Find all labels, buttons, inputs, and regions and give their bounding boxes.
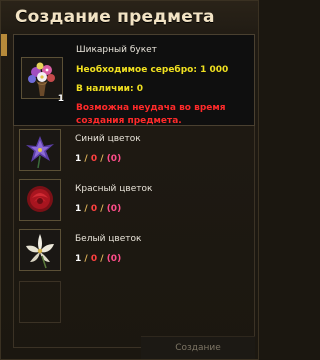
ingredient-row: Синий цветок 1 / 0 / (0) [13, 128, 255, 178]
result-name: Шикарный букет [76, 45, 157, 55]
side-tab-marker [1, 34, 7, 56]
ingredient-slot[interactable] [19, 179, 61, 221]
result-panel: 1 Шикарный букет Необходимое серебро: 1 … [13, 34, 255, 126]
ingredient-count: 1 / 0 / (0) [75, 154, 122, 164]
window-title: Создание предмета [15, 7, 215, 27]
silver-available: В наличии: 0 [76, 84, 143, 94]
failure-warning: Возможна неудача во время создания предм… [76, 103, 226, 126]
empty-ingredient-slot[interactable] [19, 281, 61, 323]
blue-flower-icon [20, 130, 60, 170]
result-quantity: 1 [57, 94, 64, 104]
required-silver: Необходимое серебро: 1 000 [76, 65, 229, 75]
red-rose-icon [20, 180, 60, 220]
ingredient-count: 1 / 0 / (0) [75, 254, 122, 264]
ingredient-count: 1 / 0 / (0) [75, 204, 122, 214]
ingredient-name: Белый цветок [75, 234, 142, 244]
ingredient-slot[interactable] [19, 129, 61, 171]
ingredient-slot[interactable] [19, 229, 61, 271]
ingredient-name: Синий цветок [75, 134, 141, 144]
ingredient-name: Красный цветок [75, 184, 153, 194]
result-item-slot[interactable]: 1 [21, 57, 64, 104]
white-lily-icon [20, 230, 60, 270]
flower-bouquet-icon [22, 58, 62, 98]
ingredient-row: Красный цветок 1 / 0 / (0) [13, 178, 255, 228]
create-button[interactable]: Создание [141, 336, 255, 359]
ingredient-row: Белый цветок 1 / 0 / (0) [13, 228, 255, 278]
crafting-window: Создание предмета 1 Шикарный букет Необх… [0, 0, 259, 360]
